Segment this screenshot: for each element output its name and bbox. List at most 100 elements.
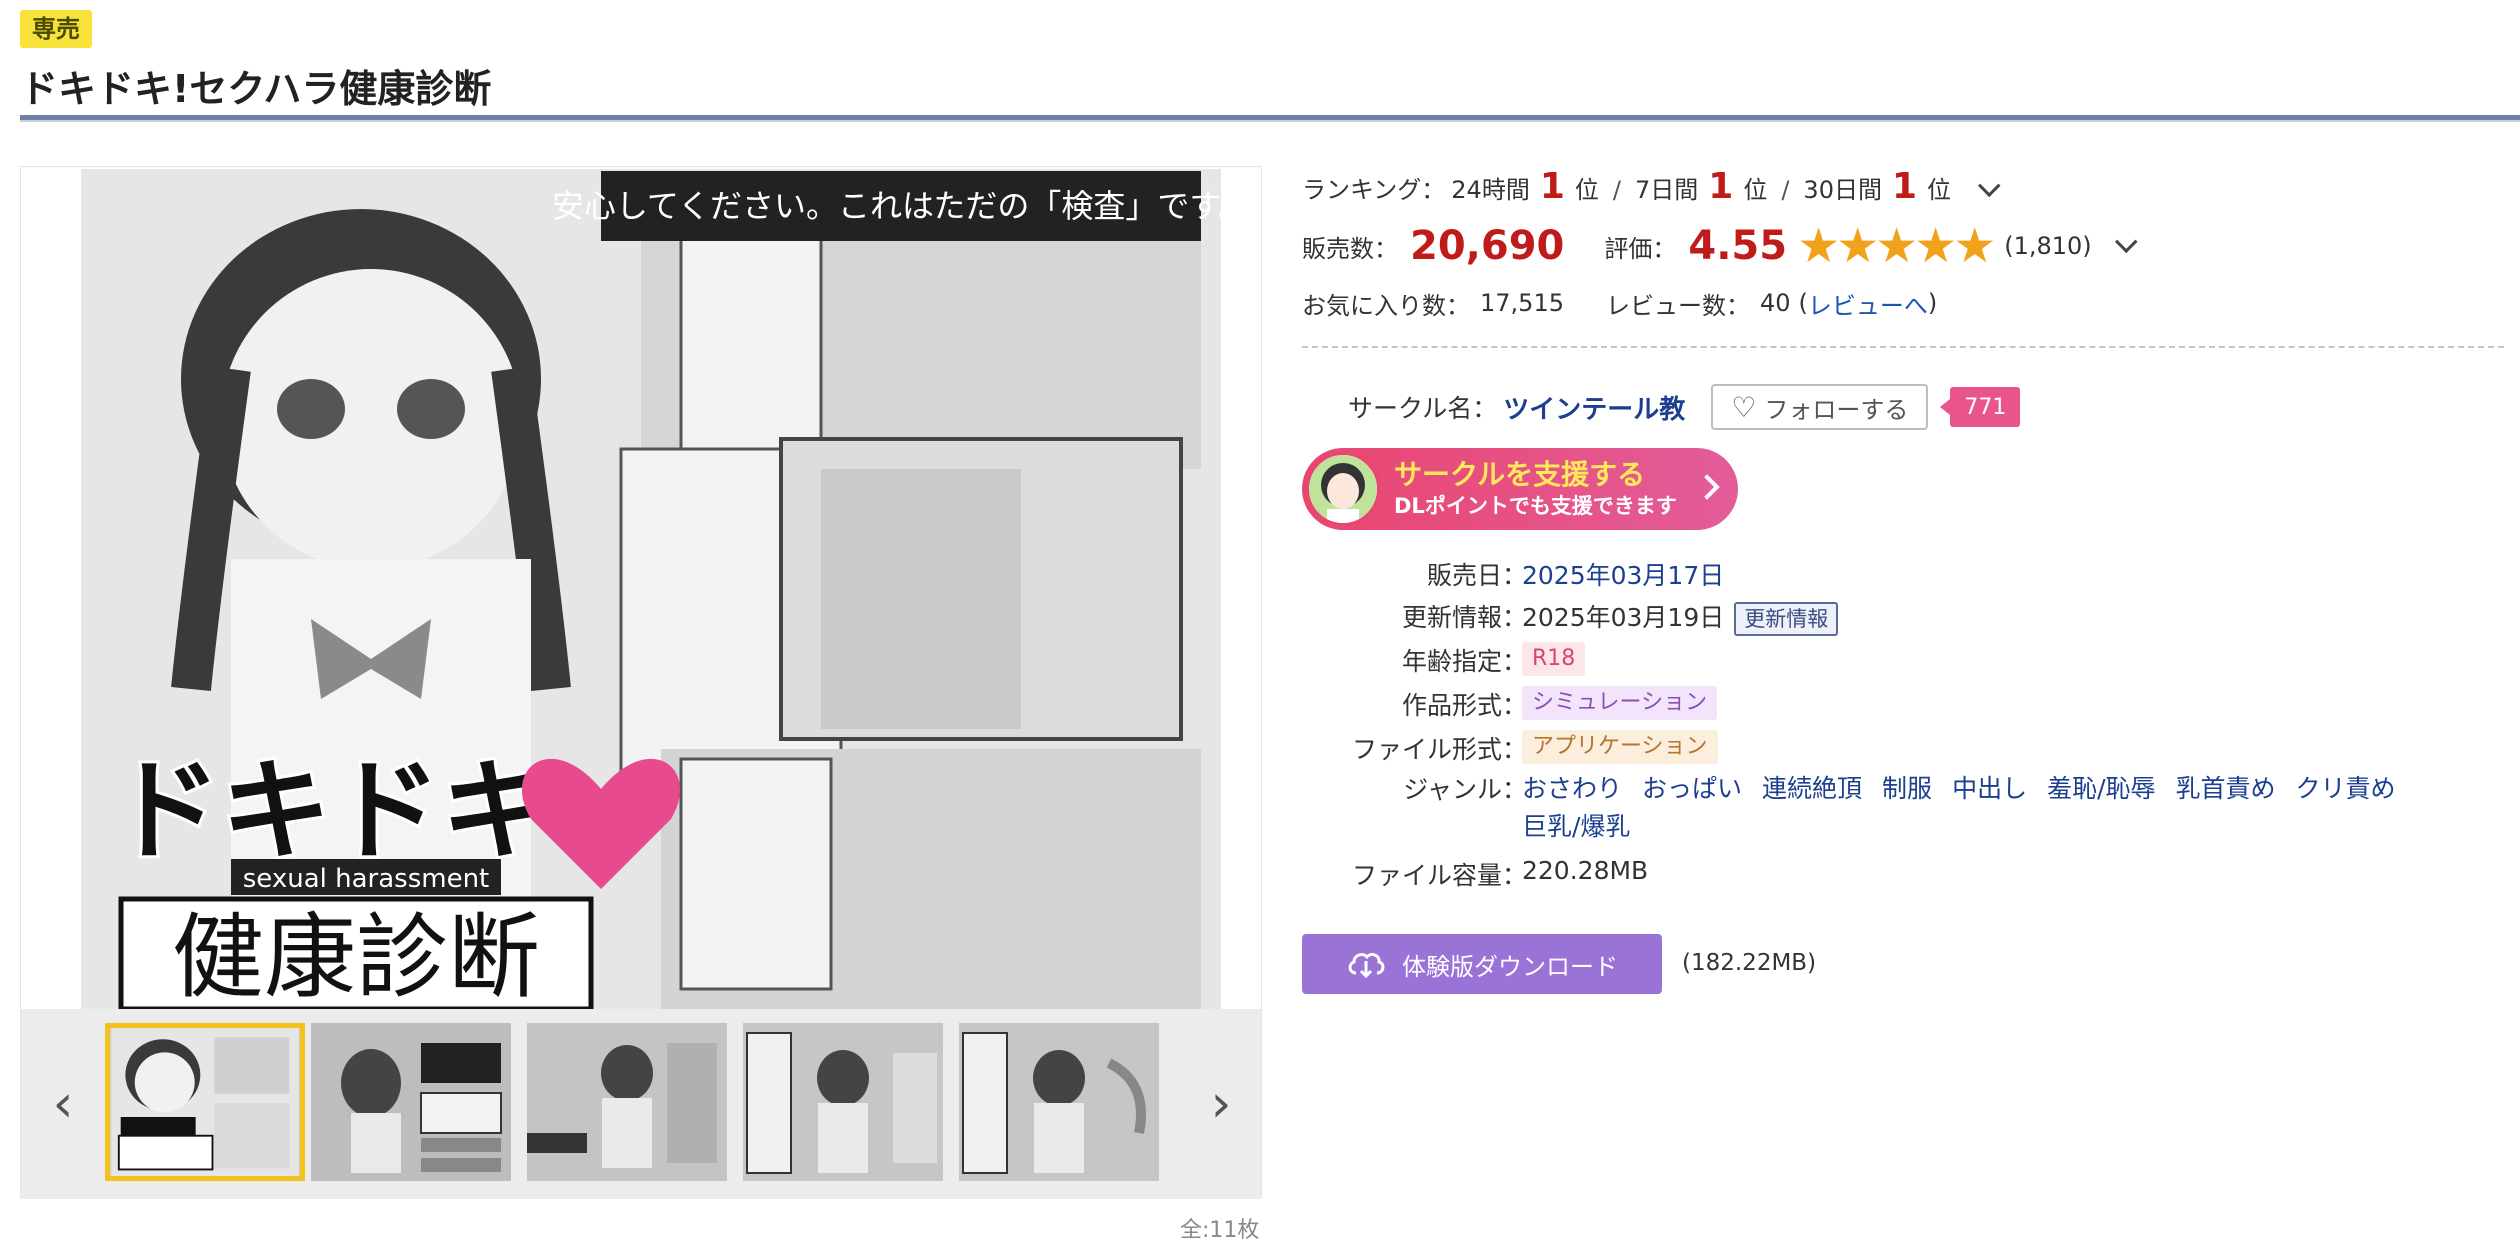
spec-colon: ：	[1502, 647, 1528, 676]
circle-avatar	[1306, 452, 1380, 526]
sales-row: 販売数： 20,690 評価： 4.55 ★★★★★ (1,810)	[1302, 216, 2138, 276]
genre-tag[interactable]: 連続絶頂	[1762, 770, 1862, 808]
age-rating-tag[interactable]: R18	[1522, 642, 1586, 676]
spec-label: 年齢指定	[1401, 647, 1502, 676]
spec-label: ファイル容量	[1351, 861, 1502, 890]
thumbnail-5[interactable]	[959, 1023, 1159, 1181]
ranking-label: ランキング：	[1302, 176, 1446, 204]
thumbnail-2[interactable]	[311, 1023, 511, 1181]
ranking-separator: /	[1781, 176, 1790, 204]
sales-value: 20,690	[1410, 223, 1565, 269]
spec-value-update: 2025年03月19日 更新情報	[1522, 598, 2520, 636]
genre-tag[interactable]: おっぱい	[1642, 770, 1742, 808]
chevron-right-icon	[1694, 474, 1720, 500]
main-image-logo-sub: sexual harassment	[243, 864, 490, 894]
ranking-24h-value: 1	[1539, 166, 1565, 207]
rating-count: (1,810)	[2004, 232, 2092, 260]
sales-label: 販売数：	[1302, 234, 1398, 263]
review-count-label: レビュー数：	[1605, 291, 1750, 320]
ranking-30d-value: 1	[1891, 166, 1918, 207]
title-divider	[20, 115, 2520, 122]
review-link[interactable]: レビューへ	[1808, 286, 1928, 321]
genre-tag[interactable]: 制服	[1882, 770, 1932, 808]
favorites-row: お気に入り数： 17,515 レビュー数： 40 ( レビューへ )	[1302, 278, 1937, 328]
thumbnail-4-image	[743, 1023, 943, 1181]
thumbnail-3[interactable]	[527, 1023, 727, 1181]
trial-download-label: 体験版ダウンロード	[1402, 952, 1618, 981]
circle-name-link[interactable]: ツインテール教	[1503, 389, 1685, 426]
genre-tag[interactable]: 羞恥/恥辱	[2047, 770, 2155, 808]
image-gallery: 安心してください。これはただの「検査」です。 ドキドキ sexual haras…	[20, 166, 1262, 1199]
ranking-separator: /	[1612, 176, 1621, 204]
avatar-illustration	[1309, 455, 1377, 523]
thumbnail-1-image	[111, 1028, 299, 1176]
spec-value-file-format: アプリケーション	[1522, 730, 2520, 766]
thumbnail-prev-button[interactable]: ‹	[43, 1078, 83, 1130]
support-main-label: サークルを支援する	[1394, 458, 1646, 491]
thumbnail-next-button[interactable]: ›	[1201, 1078, 1241, 1130]
review-close-paren: )	[1927, 289, 1938, 317]
genre-tag[interactable]: 乳首責め	[2176, 770, 2276, 808]
spec-colon: ：	[1502, 691, 1528, 720]
spec-value-work-format: シミュレーション	[1522, 686, 2520, 722]
follow-button-label: フォローする	[1764, 395, 1909, 424]
trial-size: (182.22MB)	[1682, 950, 1817, 976]
spec-colon: ：	[1502, 603, 1528, 632]
ranking-row: ランキング： 24時間 1 位 / 7日間 1 位 / 30日間 1 位	[1302, 166, 2001, 216]
file-size-value: 220.28MB	[1522, 856, 1649, 885]
genre-tag[interactable]: クリ責め	[2296, 770, 2396, 808]
follow-button[interactable]: ♡ フォローする	[1711, 384, 1929, 430]
spec-colon: ：	[1502, 861, 1528, 890]
page-title: ドキドキ!セクハラ健康診断	[20, 67, 492, 111]
spec-colon: ：	[1502, 775, 1528, 804]
trial-download-button[interactable]: 体験版ダウンロード	[1302, 934, 1662, 994]
file-format-tag[interactable]: アプリケーション	[1522, 730, 1718, 764]
thumbnail-5-image	[959, 1023, 1159, 1181]
update-info-button[interactable]: 更新情報	[1734, 602, 1839, 636]
main-product-image[interactable]: 安心してください。これはただの「検査」です。 ドキドキ sexual haras…	[81, 169, 1221, 1009]
star-rating-icon: ★★★★★	[1797, 218, 1996, 274]
main-image-banner-text: 安心してください。これはただの「検査」です。	[552, 187, 1221, 225]
release-date-link[interactable]: 2025年03月17日	[1522, 556, 2520, 592]
genre-list: おさわり おっぱい 連続絶頂 制服 中出し 羞恥/恥辱 乳首責め クリ責め 巨乳…	[1522, 770, 2520, 846]
spec-row-file-format: ファイル形式 ： アプリケーション	[1302, 730, 2520, 766]
genre-tag[interactable]: 巨乳/爆乳	[1522, 808, 1630, 846]
ranking-24h-label: 24時間	[1451, 176, 1530, 204]
work-format-tag[interactable]: シミュレーション	[1522, 686, 1718, 720]
spec-row-age: 年齢指定 ： R18	[1302, 642, 2520, 678]
support-circle-button[interactable]: サークルを支援する DLポイントでも支援できます	[1302, 448, 1738, 530]
rating-label: 評価：	[1604, 234, 1677, 263]
genre-tag[interactable]: 中出し	[1952, 770, 2027, 808]
exclusive-badge: 専売	[20, 10, 92, 48]
thumbnail-4[interactable]	[743, 1023, 943, 1181]
favorites-label: お気に入り数：	[1302, 291, 1470, 320]
spec-value-age: R18	[1522, 642, 2520, 678]
chevron-down-icon[interactable]	[1977, 174, 2001, 198]
spec-row-file-size: ファイル容量 ： 220.28MB	[1302, 856, 2520, 892]
review-open-paren: (	[1798, 289, 1808, 317]
favorites-value: 17,515	[1480, 289, 1564, 317]
spec-colon: ：	[1502, 561, 1528, 590]
thumbnail-2-image	[311, 1023, 511, 1181]
main-image-logo-bottom: 健康診断	[172, 904, 540, 1009]
follower-count-badge: 771	[1940, 387, 2021, 427]
section-divider	[1302, 346, 2504, 348]
review-count-value: 40	[1759, 289, 1791, 317]
spec-label: 作品形式	[1401, 691, 1502, 720]
spec-label: 販売日	[1426, 561, 1502, 590]
spec-colon: ：	[1502, 735, 1528, 764]
circle-row: サークル名： ツインテール教 ♡ フォローする 771	[1348, 382, 2021, 432]
genre-tag[interactable]: おさわり	[1522, 770, 1622, 808]
spec-row-work-format: 作品形式 ： シミュレーション	[1302, 686, 2520, 722]
spec-row-release: 販売日 ： 2025年03月17日	[1302, 556, 2520, 592]
ranking-unit-30d: 位	[1927, 176, 1952, 204]
thumbnail-1[interactable]	[105, 1023, 305, 1181]
image-count: 全:11枚	[1180, 1218, 1260, 1243]
ranking-unit-24h: 位	[1574, 176, 1599, 204]
spec-label: ファイル形式	[1351, 735, 1502, 764]
circle-label: サークル名：	[1348, 394, 1498, 423]
chevron-down-icon[interactable]	[2114, 230, 2138, 254]
spec-label: ジャンル	[1403, 775, 1502, 804]
main-image-illustration: 安心してください。これはただの「検査」です。 ドキドキ sexual haras…	[81, 169, 1221, 1009]
ranking-30d-label: 30日間	[1803, 176, 1882, 204]
